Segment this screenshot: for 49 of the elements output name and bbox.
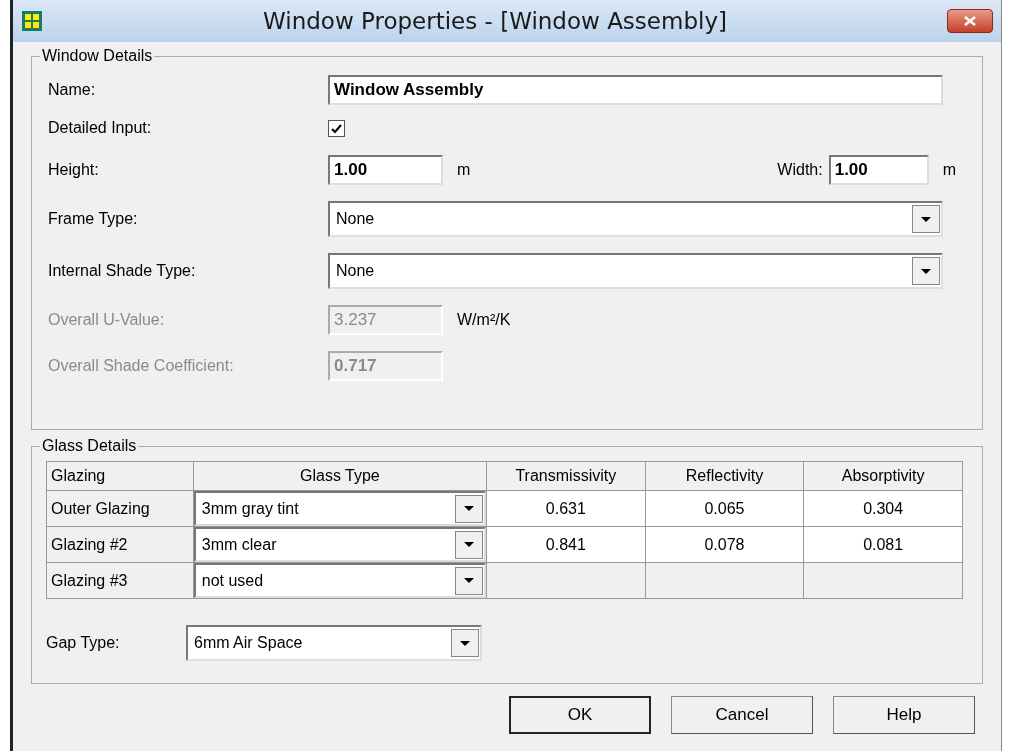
- dropdown-arrow-icon: [463, 542, 474, 547]
- field-label: Overall Shade Coefficient:: [48, 357, 235, 375]
- field-label: Internal Shade Type:: [48, 262, 197, 280]
- field-label: Height:: [48, 161, 100, 179]
- dropdown-arrow-icon: [460, 640, 470, 646]
- table-cell: 0.841: [486, 526, 646, 563]
- column-header: Glass Type: [193, 461, 487, 491]
- name-field[interactable]: Window Assembly: [328, 75, 943, 105]
- checkbox[interactable]: [328, 119, 345, 137]
- dropdown-arrow-icon: [463, 506, 474, 511]
- field-label: Frame Type:: [48, 210, 139, 228]
- field-label: Overall U-Value:: [48, 311, 166, 329]
- table-cell: 0.304: [803, 490, 963, 527]
- width-field[interactable]: 1.00: [828, 155, 929, 185]
- unit-label: m: [942, 161, 956, 179]
- field-label: Width:: [777, 161, 823, 179]
- field-label: Name:: [48, 81, 97, 99]
- column-header: Transmissivity: [486, 461, 646, 491]
- close-icon: [963, 15, 977, 27]
- dialog-button[interactable]: Cancel: [671, 696, 813, 734]
- glass-type-dropdown[interactable]: not used: [193, 563, 486, 598]
- column-header: Reflectivity: [645, 461, 804, 491]
- dialog-button[interactable]: OK: [509, 696, 651, 734]
- field-label: Gap Type:: [46, 634, 121, 652]
- height-field[interactable]: 1.00: [328, 155, 443, 185]
- frame-type-dropdown[interactable]: None: [328, 201, 943, 237]
- table-cell: Glazing #3: [46, 562, 194, 599]
- window-title: Window Properties - [Window Assembly]: [262, 8, 728, 34]
- unit-label: m: [457, 161, 471, 179]
- table-cell: 0.081: [803, 526, 963, 563]
- window-grid-icon: [21, 10, 43, 32]
- close-button[interactable]: [947, 9, 993, 33]
- dropdown-arrow-icon: [921, 216, 931, 222]
- table-cell: Outer Glazing: [46, 490, 194, 527]
- table-cell: 0.078: [645, 526, 804, 563]
- dialog-button[interactable]: Help: [833, 696, 975, 734]
- table-cell: Glazing #2: [46, 526, 194, 563]
- column-header: Absorptivity: [803, 461, 963, 491]
- table-cell: 0.065: [645, 490, 804, 527]
- dropdown-arrow-icon: [463, 578, 474, 583]
- dropdown-arrow-icon: [921, 268, 931, 274]
- gap-type-dropdown[interactable]: 6mm Air Space: [186, 625, 482, 661]
- glass-type-dropdown[interactable]: 3mm clear: [193, 527, 486, 562]
- unit-label: W/m²/K: [457, 311, 511, 329]
- field-label: Detailed Input:: [48, 119, 153, 137]
- column-header: Glazing: [46, 461, 194, 491]
- glass-type-dropdown[interactable]: 3mm gray tint: [193, 491, 486, 526]
- shade-type-dropdown[interactable]: None: [328, 253, 943, 289]
- table-cell: 0.631: [486, 490, 646, 527]
